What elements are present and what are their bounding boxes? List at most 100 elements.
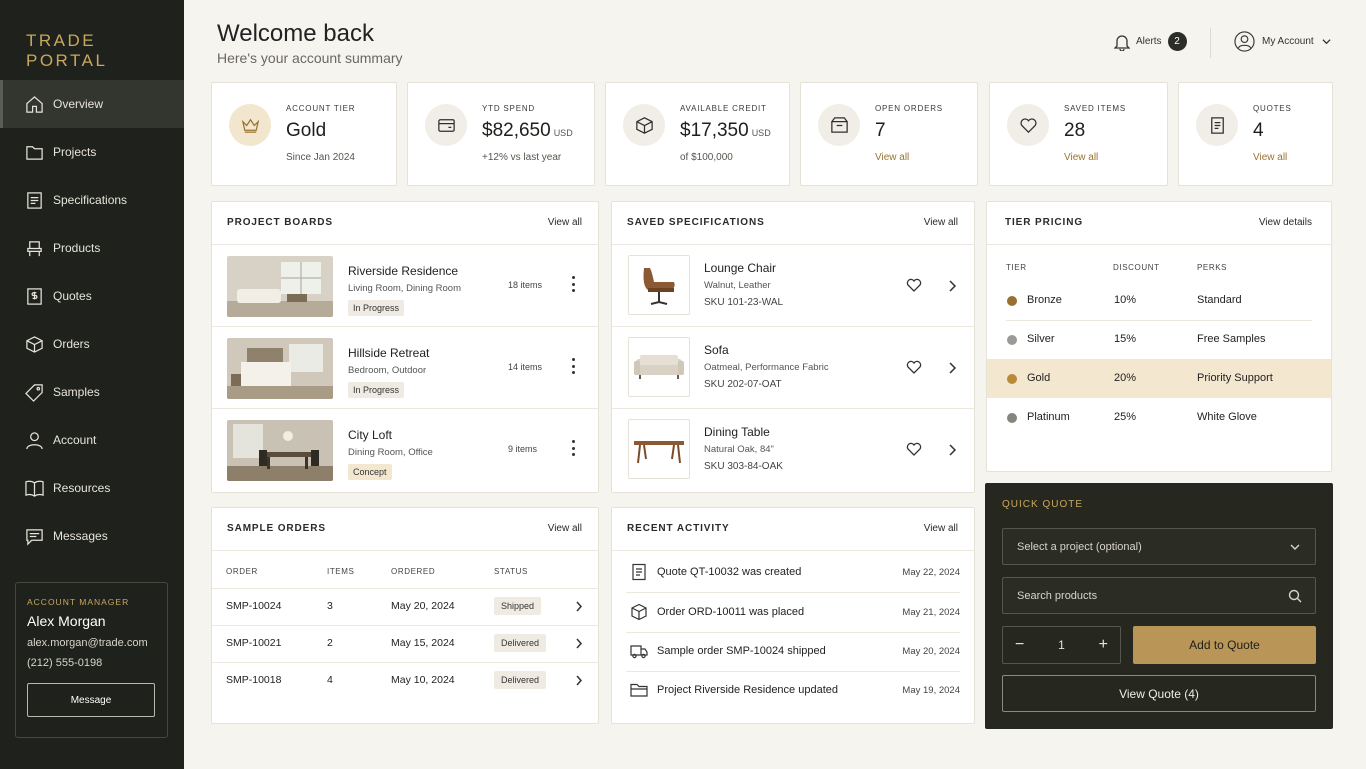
list-item[interactable]: Lounge Chair Walnut, Leather SKU 101-23-…: [612, 244, 974, 326]
message-button[interactable]: Message: [27, 683, 155, 717]
stat-card-open-orders: OPEN ORDERS 7 View all: [800, 82, 978, 186]
sidebar-item-quotes[interactable]: Quotes: [0, 272, 184, 320]
my-account-label: My Account: [1262, 36, 1314, 47]
board-thumbnail: [227, 338, 333, 399]
list-item[interactable]: Hillside Retreat Bedroom, Outdoor In Pro…: [212, 327, 598, 408]
board-name: Hillside Retreat: [348, 346, 430, 360]
stat-value-text: 28: [1064, 120, 1086, 141]
chevron-right-icon[interactable]: [947, 361, 957, 374]
sidebar-item-label: Projects: [53, 145, 97, 159]
tier-color-dot: [1007, 413, 1017, 423]
list-item[interactable]: Dining Table Natural Oak, 84" SKU 303-84…: [612, 408, 974, 490]
sidebar-item-label: Orders: [53, 337, 90, 351]
view-all-activity-link[interactable]: View all: [924, 523, 958, 534]
sidebar-item-specifications[interactable]: Specifications: [0, 176, 184, 224]
my-account-menu[interactable]: My Account: [1234, 31, 1331, 52]
table-row[interactable]: SMP-10018 4 May 10, 2024 Delivered: [212, 662, 598, 699]
tier-perks: Free Samples: [1197, 333, 1266, 345]
chevron-down-icon: [1322, 39, 1331, 45]
search-icon: [1288, 589, 1302, 603]
stat-value: $17,350 USD: [680, 120, 771, 142]
folder-icon: [24, 142, 44, 162]
account-manager-email: alex.morgan@trade.com: [27, 637, 148, 649]
more-options-icon[interactable]: [568, 276, 578, 292]
add-to-quote-button[interactable]: Add to Quote: [1133, 626, 1316, 664]
product-image: [628, 337, 690, 397]
list-item[interactable]: Sample order SMP-10024 shipped May 20, 2…: [612, 632, 974, 671]
view-all-open-orders-link[interactable]: View all: [875, 152, 909, 163]
view-all-quotes-link[interactable]: View all: [1253, 152, 1287, 163]
stat-value: 7: [875, 120, 886, 142]
heart-icon[interactable]: [906, 277, 922, 293]
sidebar-item-overview[interactable]: Overview: [0, 80, 184, 128]
sidebar-nav: Overview Projects Specifications Product…: [0, 80, 184, 560]
project-select[interactable]: Select a project (optional): [1002, 528, 1316, 565]
tier-discount: 25%: [1114, 411, 1137, 423]
list-item[interactable]: Project Riverside Residence updated May …: [612, 671, 974, 710]
list-item[interactable]: Riverside Residence Living Room, Dining …: [212, 245, 598, 326]
sidebar-item-account[interactable]: Account: [0, 416, 184, 464]
sidebar-item-messages[interactable]: Messages: [0, 512, 184, 560]
view-all-specs-link[interactable]: View all: [924, 217, 958, 228]
table-row-current-tier: Gold 20% Priority Support: [987, 359, 1331, 398]
divider: [212, 550, 598, 551]
list-item[interactable]: Sofa Oatmeal, Performance Fabric SKU 202…: [612, 326, 974, 408]
stat-unit: USD: [553, 128, 573, 138]
card-icon: [425, 104, 467, 146]
sidebar-item-products[interactable]: Products: [0, 224, 184, 272]
spec-material: Walnut, Leather: [704, 280, 771, 291]
tier-perks: Priority Support: [1197, 372, 1273, 384]
list-item[interactable]: Quote QT-10032 was created May 22, 2024: [612, 553, 974, 592]
sidebar-item-projects[interactable]: Projects: [0, 128, 184, 176]
sidebar-item-samples[interactable]: Samples: [0, 368, 184, 416]
sidebar-item-orders[interactable]: Orders: [0, 320, 184, 368]
quantity-stepper[interactable]: − 1 +: [1002, 626, 1121, 664]
divider: [987, 244, 1331, 245]
order-items: 4: [327, 674, 333, 686]
spec-name: Sofa: [704, 343, 729, 357]
board-thumbnail: [227, 256, 333, 317]
alerts-button[interactable]: Alerts 2: [1114, 32, 1187, 51]
search-input[interactable]: Search products: [1002, 577, 1316, 614]
sidebar-item-resources[interactable]: Resources: [0, 464, 184, 512]
view-all-boards-link[interactable]: View all: [548, 217, 582, 228]
order-id: SMP-10018: [226, 674, 282, 686]
view-quote-button[interactable]: View Quote (4): [1002, 675, 1316, 712]
page-subtitle: Here's your account summary: [217, 50, 403, 66]
view-all-saved-items-link[interactable]: View all: [1064, 152, 1098, 163]
order-id: SMP-10021: [226, 637, 282, 649]
more-options-icon[interactable]: [568, 358, 578, 374]
chevron-right-icon[interactable]: [575, 675, 583, 689]
divider: [612, 550, 974, 551]
minus-icon[interactable]: −: [1015, 636, 1024, 654]
stat-value: 4: [1253, 120, 1264, 142]
list-item[interactable]: City Loft Dining Room, Office Concept 9 …: [212, 409, 598, 490]
stat-subtext: of $100,000: [680, 152, 733, 163]
heart-icon[interactable]: [906, 359, 922, 375]
plus-icon[interactable]: +: [1099, 636, 1108, 654]
status-badge: Concept: [348, 464, 392, 480]
stat-value: 28: [1064, 120, 1085, 142]
list-item[interactable]: Order ORD-10011 was placed May 21, 2024: [612, 593, 974, 632]
view-tier-details-link[interactable]: View details: [1259, 217, 1312, 228]
tier-discount: 15%: [1114, 333, 1137, 345]
brand-logo: TRADE PORTAL: [26, 31, 108, 70]
chevron-right-icon[interactable]: [575, 601, 583, 615]
product-image: [628, 255, 690, 315]
column-header: STATUS: [494, 567, 528, 576]
heart-icon[interactable]: [906, 441, 922, 457]
bell-icon: [1114, 34, 1130, 51]
table-row[interactable]: SMP-10021 2 May 15, 2024 Delivered: [212, 625, 598, 662]
table-row[interactable]: SMP-10024 3 May 20, 2024 Shipped: [212, 588, 598, 625]
more-options-icon[interactable]: [568, 440, 578, 456]
saved-specifications-panel: SAVED SPECIFICATIONS View all Lounge Cha…: [611, 201, 975, 493]
chevron-right-icon[interactable]: [575, 638, 583, 652]
chevron-right-icon[interactable]: [947, 443, 957, 456]
view-all-orders-link[interactable]: View all: [548, 523, 582, 534]
spec-sku: SKU 303-84-OAK: [704, 461, 783, 472]
chevron-right-icon[interactable]: [947, 279, 957, 292]
document-icon: [630, 563, 648, 581]
order-date: May 10, 2024: [391, 674, 455, 686]
panel-title: QUICK QUOTE: [1002, 499, 1084, 510]
stat-unit: USD: [751, 128, 771, 138]
